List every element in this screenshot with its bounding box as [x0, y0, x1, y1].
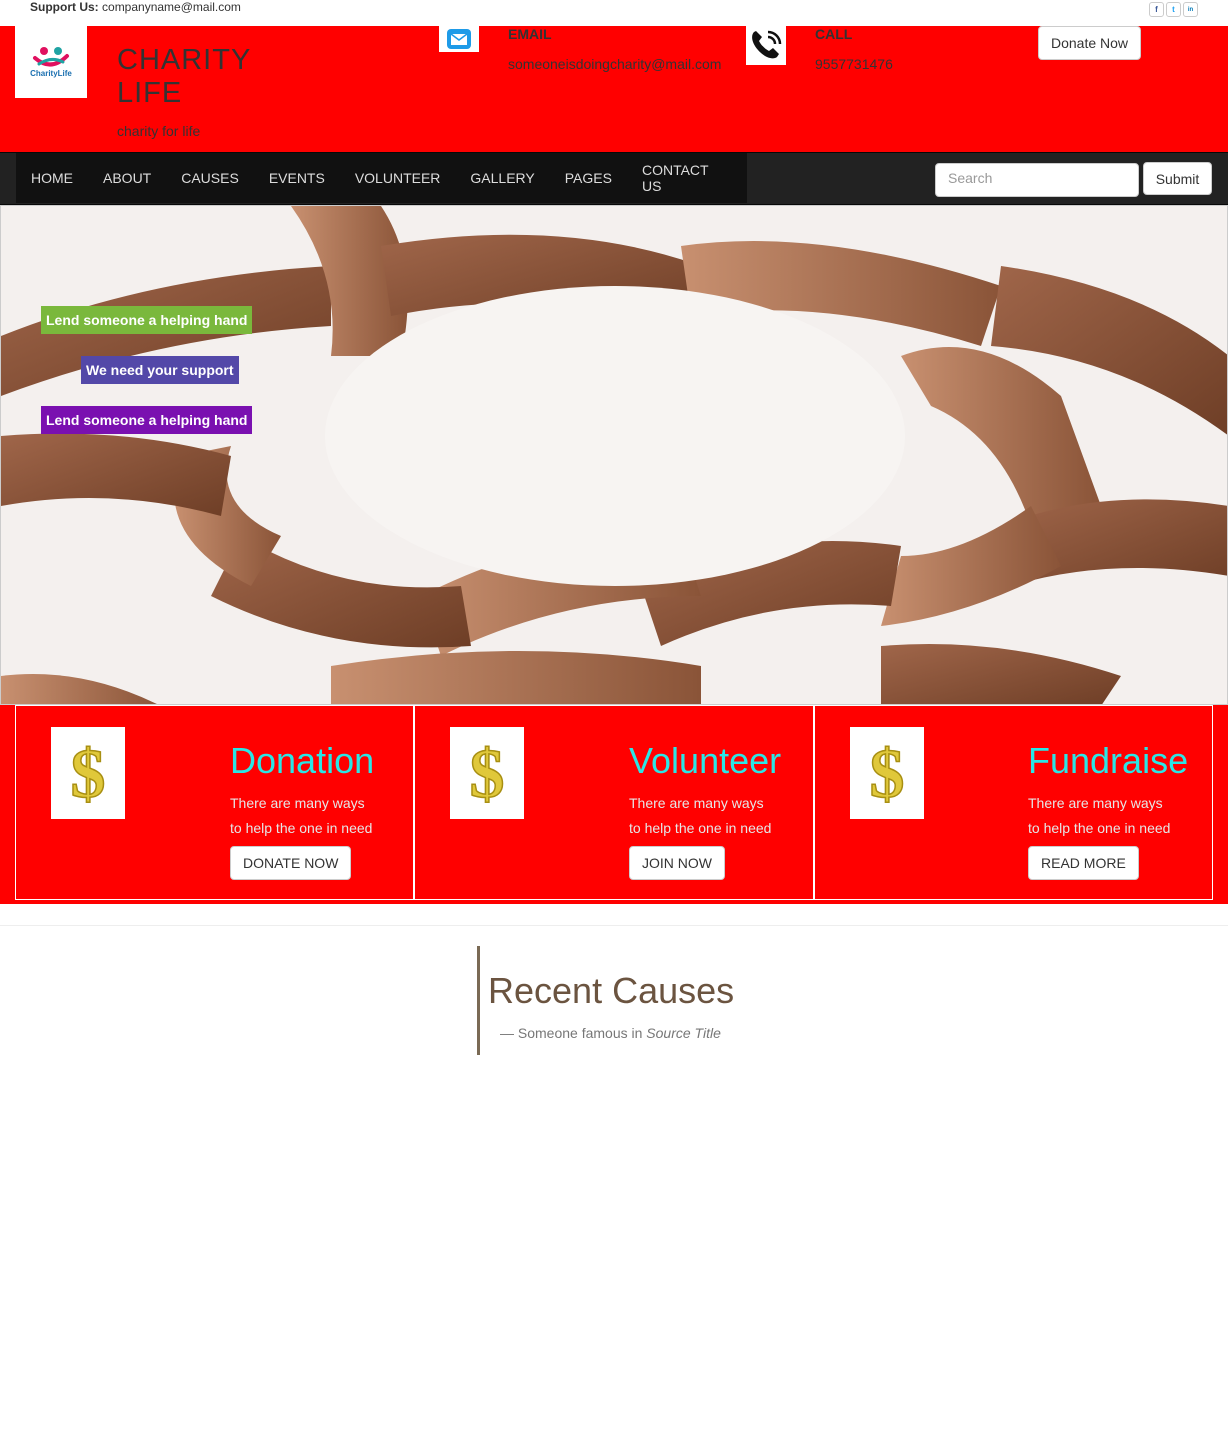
submit-button[interactable]: Submit [1143, 162, 1212, 195]
svg-text:$: $ [71, 736, 106, 813]
dollar-icon: $ [850, 727, 924, 819]
service-card-fundraise: $ Fundraise There are many ways to help t… [814, 705, 1213, 900]
nav-gallery[interactable]: GALLERY [470, 170, 534, 186]
quote-footer: — Someone famous in Source Title [500, 1025, 721, 1041]
service-text: There are many ways to help the one in ne… [230, 795, 373, 836]
call-label: CALL [815, 26, 853, 42]
service-card-donation: $ Donation There are many ways to help th… [15, 705, 414, 900]
top-bar: Support Us: companyname@mail.com f t in [0, 0, 1228, 26]
nav-causes[interactable]: CAUSES [181, 170, 239, 186]
hero-tag-2: We need your support [81, 356, 239, 384]
nav-home[interactable]: HOME [31, 170, 73, 186]
nav-events[interactable]: EVENTS [269, 170, 325, 186]
social-links: f t in [1149, 2, 1198, 17]
main-navbar: HOME ABOUT CAUSES EVENTS VOLUNTEER GALLE… [0, 152, 1228, 205]
site-header: CharityLife CHARITY LIFE charity for lif… [0, 26, 1228, 152]
email-label: EMAIL [508, 26, 552, 42]
support-line: Support Us: companyname@mail.com [30, 0, 241, 14]
facebook-icon[interactable]: f [1149, 2, 1164, 17]
service-text: There are many ways to help the one in ne… [1028, 795, 1171, 836]
logo-text: CharityLife [30, 69, 72, 78]
donate-now-button[interactable]: Donate Now [1038, 26, 1141, 60]
service-text: There are many ways to help the one in ne… [629, 795, 772, 836]
donate-now-service-button[interactable]: DONATE NOW [230, 846, 352, 880]
linkedin-icon[interactable]: in [1183, 2, 1198, 17]
call-value[interactable]: 9557731476 [815, 56, 893, 72]
twitter-icon[interactable]: t [1166, 2, 1181, 17]
phone-icon [752, 30, 782, 59]
svg-text:$: $ [870, 736, 905, 813]
services-section: $ Donation There are many ways to help th… [0, 705, 1228, 904]
envelope-icon [447, 29, 471, 49]
nav-about[interactable]: ABOUT [103, 170, 151, 186]
support-label: Support Us: [30, 0, 99, 14]
support-email[interactable]: companyname@mail.com [102, 0, 241, 14]
call-icon-box [746, 26, 786, 65]
service-title: Donation [230, 740, 375, 781]
nav-pages[interactable]: PAGES [565, 170, 612, 186]
service-card-volunteer: $ Volunteer There are many ways to help t… [414, 705, 814, 900]
dollar-icon: $ [51, 727, 125, 819]
nav-volunteer[interactable]: VOLUNTEER [355, 170, 441, 186]
linked-hands-image [1, 206, 1227, 704]
email-value[interactable]: someoneisdoingcharity@mail.com [508, 56, 721, 72]
email-icon-box [439, 26, 479, 52]
read-more-button[interactable]: READ MORE [1028, 846, 1139, 880]
hero-banner: Lend someone a helping hand We need your… [0, 205, 1228, 705]
hero-tag-3: Lend someone a helping hand [41, 406, 253, 434]
search-input[interactable]: Search [935, 163, 1139, 197]
hero-tag-1: Lend someone a helping hand [41, 306, 253, 334]
charity-logo-icon: CharityLife [30, 47, 72, 78]
recent-causes-title: Recent Causes [488, 970, 735, 1011]
brand-tagline: charity for life [117, 123, 201, 139]
service-title: Fundraise [1028, 740, 1189, 781]
dollar-icon: $ [450, 727, 524, 819]
section-divider [0, 925, 1228, 926]
recent-causes-block: Recent Causes — Someone famous in Source… [477, 946, 737, 1055]
site-logo[interactable]: CharityLife [15, 26, 87, 98]
brand-title[interactable]: CHARITY LIFE [117, 44, 297, 110]
service-title: Volunteer [629, 740, 782, 781]
nav-contact-us[interactable]: CONTACT US [642, 162, 717, 194]
join-now-button[interactable]: JOIN NOW [629, 846, 725, 880]
nav-menu: HOME ABOUT CAUSES EVENTS VOLUNTEER GALLE… [16, 153, 747, 203]
svg-text:$: $ [470, 736, 505, 813]
